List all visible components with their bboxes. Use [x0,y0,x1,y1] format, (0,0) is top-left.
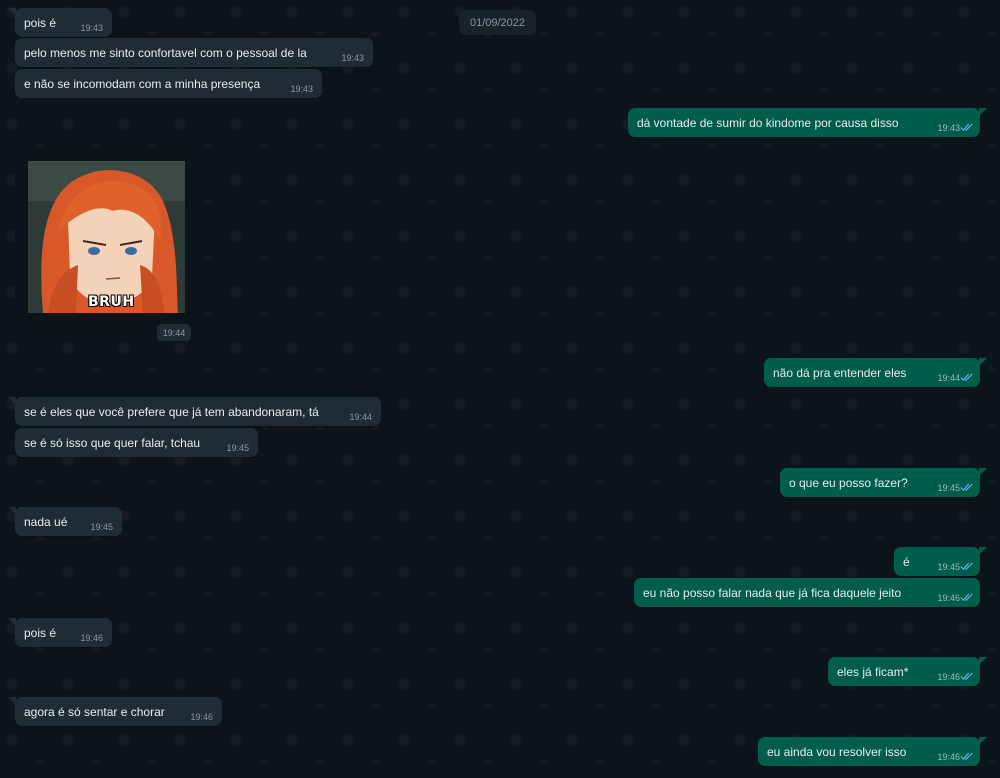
date-separator: 01/09/2022 [459,10,536,35]
message-time: 19:44 [349,412,372,422]
message-time: 19:45 [937,483,960,493]
message-text: é [903,555,910,569]
message-incoming[interactable]: pois é 19:46 [8,618,112,647]
message-text: e não se incomodam com a minha presença [24,77,261,91]
message-time: 19:43 [937,123,960,133]
message-text: eles já ficam* [837,665,909,679]
message-text: não dá pra entender eles [773,366,907,380]
message-time: 19:46 [937,672,960,682]
message-text: pois é [24,626,57,640]
message-text: se é eles que você prefere que já tem ab… [24,405,319,419]
message-incoming[interactable]: pelo menos me sinto confortavel com o pe… [15,38,373,67]
message-text: o que eu posso fazer? [789,476,908,490]
message-incoming[interactable]: e não se incomodam com a minha presença … [15,69,322,98]
image-caption-text: BRUH [88,294,135,310]
read-ticks-icon [960,562,973,571]
read-ticks-icon [960,373,973,382]
read-ticks-icon [960,752,973,761]
anime-meme-image[interactable]: BRUH [28,161,185,313]
message-outgoing[interactable]: eles já ficam* 19:46 [828,657,987,686]
read-ticks-icon [960,483,973,492]
message-time: 19:46 [80,633,103,643]
message-outgoing[interactable]: não dá pra entender eles 19:44 [764,358,987,387]
message-outgoing[interactable]: eu não posso falar nada que já fica daqu… [634,578,980,607]
chat-conversation-panel[interactable]: 01/09/2022 pois é 19:43 pelo menos me si… [0,0,1000,778]
message-outgoing[interactable]: dá vontade de sumir do kindome por causa… [628,108,987,137]
message-time: 19:45 [226,443,249,453]
image-message[interactable]: BRUH [15,150,195,343]
read-ticks-icon [960,123,973,132]
message-incoming[interactable]: se é eles que você prefere que já tem ab… [8,397,381,426]
read-ticks-icon [960,593,973,602]
message-outgoing[interactable]: o que eu posso fazer? 19:45 [780,468,987,497]
message-text: dá vontade de sumir do kindome por causa… [637,116,899,130]
message-text: pelo menos me sinto confortavel com o pe… [24,46,307,60]
message-time: 19:43 [80,23,103,33]
message-time: 19:45 [90,522,113,532]
message-text: nada ué [24,515,68,529]
image-time: 19:44 [157,324,191,341]
message-incoming[interactable]: agora é só sentar e chorar 19:46 [8,697,222,726]
message-time: 19:43 [290,84,313,94]
read-ticks-icon [960,672,973,681]
message-outgoing[interactable]: é 19:45 [894,547,987,576]
message-time: 19:43 [341,53,364,63]
message-incoming[interactable]: se é só isso que quer falar, tchau 19:45 [15,428,258,457]
message-outgoing[interactable]: eu ainda vou resolver isso 19:46 [758,737,987,766]
message-text: eu ainda vou resolver isso [767,745,907,759]
message-time: 19:46 [937,752,960,762]
message-incoming[interactable]: nada ué 19:45 [8,507,122,536]
message-text: se é só isso que quer falar, tchau [24,436,201,450]
message-time: 19:46 [190,712,213,722]
message-time: 19:45 [937,562,960,572]
message-text: pois é [24,16,57,30]
message-time: 19:46 [937,593,960,603]
message-text: eu não posso falar nada que já fica daqu… [643,586,902,600]
message-incoming[interactable]: pois é 19:43 [8,8,112,37]
message-time: 19:44 [937,373,960,383]
message-text: agora é só sentar e chorar [24,705,165,719]
